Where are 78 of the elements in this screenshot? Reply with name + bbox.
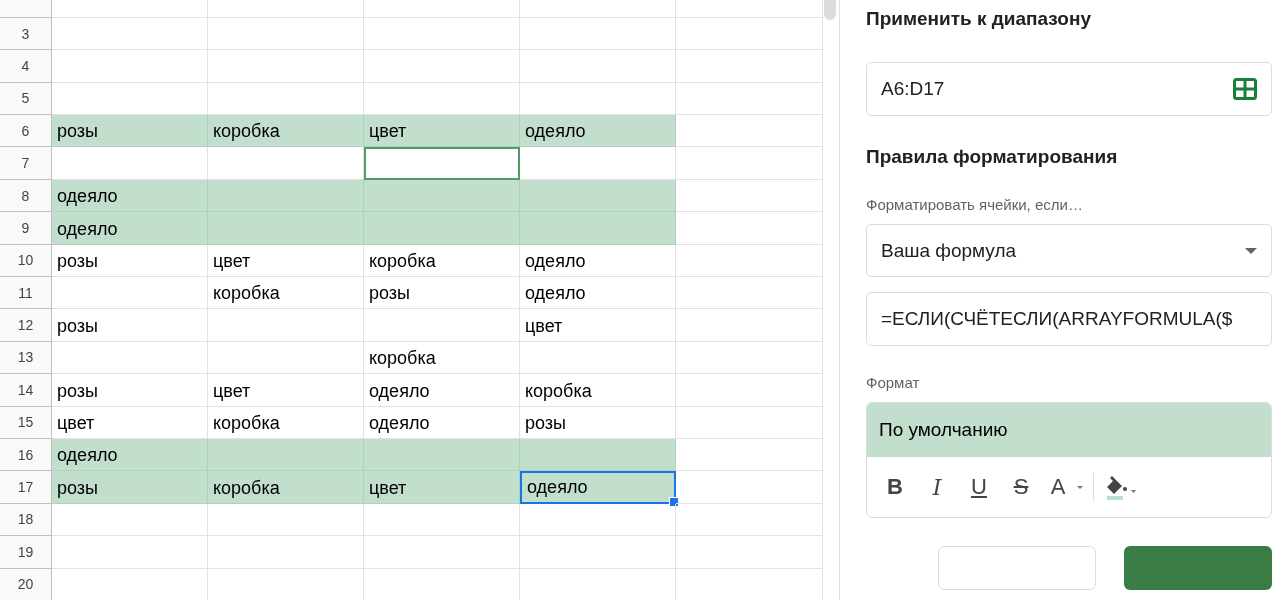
table-cell[interactable]: коробка [208, 115, 364, 148]
table-cell[interactable]: цвет [364, 115, 520, 148]
table-cell[interactable]: одеяло [520, 471, 676, 504]
field-label: Форматировать ячейки, если… [866, 196, 1084, 215]
fill-handle[interactable] [669, 496, 679, 507]
table-cell[interactable]: одеяло [520, 277, 676, 310]
row-header[interactable]: 12 [0, 309, 52, 342]
row-header[interactable]: 7 [0, 147, 52, 180]
table-cell[interactable]: одеяло [520, 244, 676, 277]
table-cell[interactable]: коробка [520, 374, 676, 407]
row-header[interactable]: 19 [0, 536, 52, 569]
table-cell[interactable]: коробка [208, 471, 364, 504]
range-field[interactable]: A6:D17 [866, 62, 1272, 116]
row-header[interactable]: 17 [0, 471, 52, 504]
table-cell[interactable]: одеяло [52, 212, 208, 245]
table-cell[interactable]: цвет [520, 309, 676, 342]
table-cell[interactable]: цвет [208, 374, 364, 407]
row-header[interactable]: 11 [0, 277, 52, 310]
row-header[interactable]: 6 [0, 115, 52, 148]
row-header[interactable]: 5 [0, 82, 52, 116]
bold-button[interactable]: B [877, 471, 913, 503]
table-cell[interactable]: одеяло [364, 374, 520, 407]
table-cell[interactable]: розы [52, 374, 208, 407]
section-heading: Применить к диапазону [866, 8, 1092, 31]
table-cell[interactable]: коробка [364, 341, 520, 375]
table-cell[interactable]: розы [52, 309, 208, 342]
row-header[interactable]: 15 [0, 406, 52, 439]
table-cell[interactable]: цвет [208, 244, 364, 277]
table-cell[interactable] [520, 179, 676, 213]
table-cell[interactable] [208, 179, 364, 213]
table-cell[interactable] [208, 438, 364, 472]
row-header[interactable]: 16 [0, 438, 52, 472]
table-cell[interactable]: розы [52, 471, 208, 504]
table-cell[interactable]: одеяло [52, 438, 208, 472]
table-cell[interactable] [364, 147, 520, 180]
text-color-button[interactable]: A [1045, 471, 1071, 503]
fill-color-icon[interactable] [1104, 474, 1138, 500]
table-cell[interactable] [520, 212, 676, 245]
underline-button[interactable]: U [961, 471, 997, 503]
row-header[interactable]: 9 [0, 212, 52, 245]
row-header[interactable]: 10 [0, 244, 52, 277]
caret-icon [1245, 247, 1257, 254]
italic-button[interactable]: I [919, 471, 955, 503]
table-cell[interactable] [364, 212, 520, 245]
row-header[interactable]: 14 [0, 374, 52, 407]
strike-button[interactable]: S [1003, 471, 1039, 503]
table-cell[interactable]: одеяло [52, 179, 208, 213]
table-cell[interactable] [364, 179, 520, 213]
section-heading: Правила форматирования [866, 146, 1119, 169]
table-cell[interactable]: розы [520, 406, 676, 439]
secondary-button[interactable] [938, 546, 1096, 590]
table-cell[interactable]: цвет [52, 406, 208, 439]
scrollbar-thumb[interactable] [824, 0, 836, 20]
row-header[interactable]: 8 [0, 179, 52, 213]
caret-icon[interactable] [1077, 485, 1083, 489]
row-header[interactable]: 18 [0, 503, 52, 537]
table-cell[interactable]: коробка [364, 244, 520, 277]
table-cell[interactable]: розы [52, 115, 208, 148]
grid-select-icon[interactable] [1233, 78, 1257, 100]
row-header[interactable]: 20 [0, 568, 52, 600]
table-cell[interactable] [520, 438, 676, 472]
table-cell[interactable]: коробка [208, 277, 364, 310]
formula-field[interactable]: =ЕСЛИ(СЧЁТЕСЛИ(ARRAYFORMULA($ [866, 292, 1272, 346]
table-cell[interactable]: коробка [208, 406, 364, 439]
table-cell[interactable]: одеяло [364, 406, 520, 439]
field-label: Формат [866, 374, 921, 393]
row-header[interactable]: 4 [0, 50, 52, 83]
table-cell[interactable] [364, 438, 520, 472]
table-cell[interactable]: цвет [364, 471, 520, 504]
table-cell[interactable] [208, 212, 364, 245]
table-cell[interactable]: розы [364, 277, 520, 310]
primary-button[interactable] [1124, 546, 1272, 590]
table-cell[interactable]: розы [52, 244, 208, 277]
table-cell[interactable]: одеяло [520, 115, 676, 148]
row-header[interactable]: 13 [0, 341, 52, 375]
format-preview[interactable]: По умолчанию [867, 403, 1271, 457]
row-header[interactable]: 3 [0, 17, 52, 51]
condition-dropdown[interactable]: Ваша формула [866, 224, 1272, 277]
